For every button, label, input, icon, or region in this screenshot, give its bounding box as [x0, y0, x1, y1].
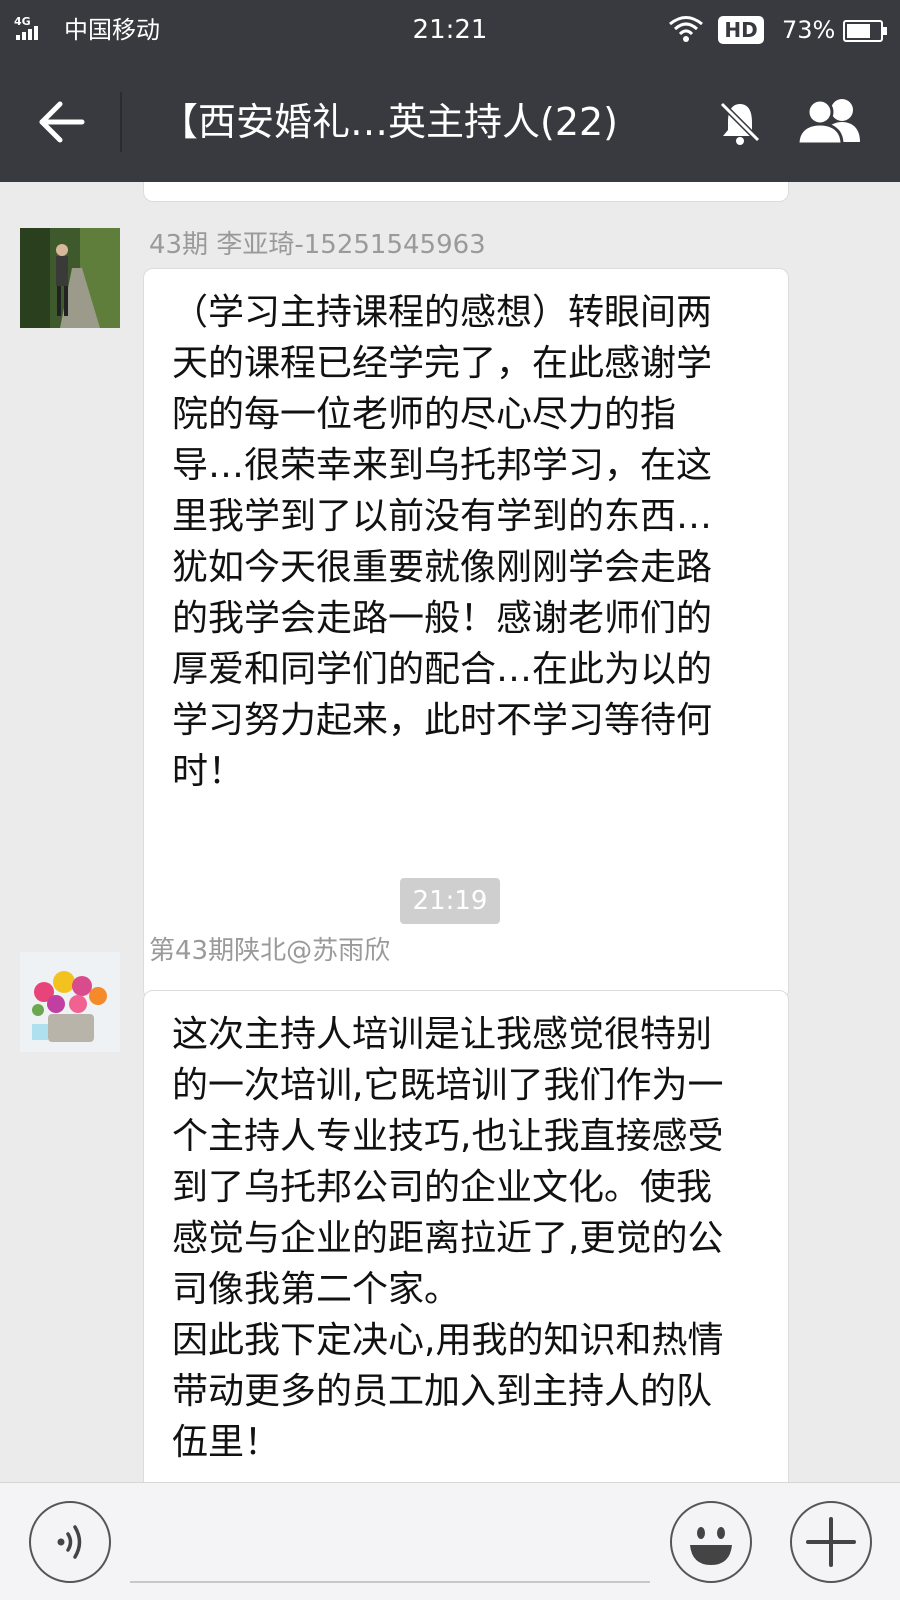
- message-timestamp: 21:19: [400, 878, 500, 924]
- message-line: 司像我第二个家。: [172, 1269, 461, 1310]
- header-divider: [120, 92, 122, 152]
- message-line: 厚爱和同学们的配合…在此为以的: [172, 649, 713, 690]
- message-line: 个主持人专业技巧,也让我直接感受: [172, 1116, 724, 1157]
- message-line: 里我学到了以前没有学到的东西…: [172, 496, 713, 537]
- wifi-icon: [668, 14, 704, 44]
- emoji-icon: [690, 1527, 732, 1565]
- hd-badge: HD: [718, 16, 764, 44]
- message-line: 感觉与企业的距离拉近了,更觉的公: [172, 1218, 724, 1259]
- voice-button[interactable]: [29, 1501, 111, 1583]
- message-list[interactable]: 43期 李亚琦-15251545963 （学习主持课程的感想）转眼间两 天的课程…: [0, 182, 900, 1482]
- message-line: 的我学会走路一般！感谢老师们的: [172, 598, 713, 639]
- sender-name: 第43期陕北@苏雨欣: [149, 936, 391, 966]
- input-bar: [0, 1482, 900, 1600]
- group-members-icon: [796, 98, 860, 146]
- clock: 21:21: [412, 15, 488, 45]
- chat-header: 【西安婚礼…英主持人(22): [0, 62, 900, 182]
- mute-indicator: [712, 94, 768, 150]
- back-button[interactable]: [30, 90, 94, 154]
- emoji-button[interactable]: [670, 1501, 752, 1583]
- message-line: 这次主持人培训是让我感觉很特别: [172, 1014, 713, 1055]
- message-line: 天的课程已经学完了，在此感谢学: [172, 343, 713, 384]
- message-line: 时！: [172, 751, 245, 792]
- plus-icon: [806, 1517, 856, 1567]
- message-line: 伍里！: [172, 1422, 281, 1463]
- message-line: 的一次培训,它既培训了我们作为一: [172, 1065, 724, 1106]
- message-line: 犹如今天很重要就像刚刚学会走路: [172, 547, 713, 588]
- message-bubble[interactable]: 这次主持人培训是让我感觉很特别 的一次培训,它既培训了我们作为一 个主持人专业技…: [143, 990, 789, 1482]
- message-line: 学习努力起来，此时不学习等待何: [172, 700, 713, 741]
- message-input[interactable]: [130, 1501, 650, 1583]
- message-line: 导…很荣幸来到乌托邦学习，在这: [172, 445, 713, 486]
- back-arrow-icon: [39, 101, 85, 143]
- status-bar: 4G 中国移动 21:21 HD 73%: [0, 0, 900, 62]
- person-photo-avatar[interactable]: [20, 228, 120, 328]
- voice-icon: [57, 1525, 82, 1559]
- battery-icon: [843, 20, 887, 42]
- message-line: 带动更多的员工加入到主持人的队: [172, 1371, 713, 1412]
- message-line: （学习主持课程的感想）转眼间两: [172, 292, 713, 333]
- message-bubble-partial[interactable]: [143, 182, 789, 202]
- message-line: 到了乌托邦公司的企业文化。使我: [172, 1167, 713, 1208]
- flower-basket-avatar[interactable]: [20, 952, 120, 1052]
- message-line: 因此我下定决心,用我的知识和热情: [172, 1320, 724, 1361]
- mute-bell-icon: [719, 101, 761, 145]
- chat-title[interactable]: 【西安婚礼…英主持人(22): [160, 92, 680, 152]
- battery-percent: 73%: [782, 16, 836, 44]
- more-button[interactable]: [790, 1501, 872, 1583]
- sender-name: 43期 李亚琦-15251545963: [149, 230, 486, 260]
- group-members-button[interactable]: [792, 94, 868, 150]
- message-line: 院的每一位老师的尽心尽力的指: [172, 394, 677, 435]
